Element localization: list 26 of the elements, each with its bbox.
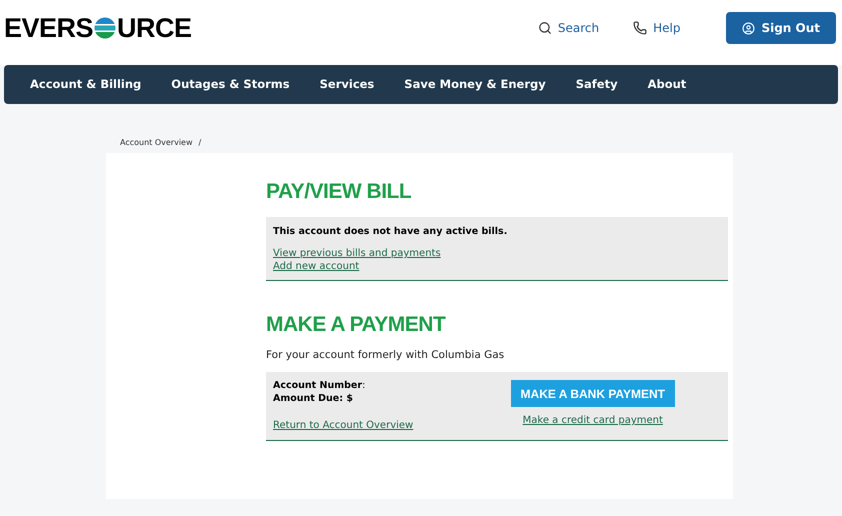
nav-item[interactable]: Services xyxy=(320,76,374,94)
bill-link[interactable]: Add new account xyxy=(273,260,360,274)
credit-card-link[interactable]: Make a credit card payment xyxy=(522,413,663,428)
search-icon xyxy=(538,21,552,35)
return-link[interactable]: Return to Account Overview xyxy=(273,418,414,433)
amount-due-label: Amount Due: $ xyxy=(273,392,353,405)
nav-item[interactable]: Account & Billing xyxy=(30,76,142,94)
logo-icon xyxy=(94,17,116,39)
account-subtitle: For your account formerly with Columbia Gas xyxy=(266,348,506,364)
nav-item[interactable]: Outages & Storms xyxy=(171,76,290,94)
account-number-label: Account Number: xyxy=(273,379,366,392)
sign-out-button[interactable]: Sign Out xyxy=(726,12,836,44)
nav-item[interactable]: Save Money & Energy xyxy=(404,76,546,94)
no-bills-message: This account does not have any active bills. xyxy=(273,225,508,239)
logo[interactable]: EVERS URCE xyxy=(4,14,192,42)
search-link[interactable]: Search xyxy=(538,19,600,37)
nav-item[interactable]: Safety xyxy=(576,76,618,94)
user-icon xyxy=(742,22,756,34)
help-link[interactable]: Help xyxy=(633,19,680,37)
breadcrumb-link[interactable]: Account Overview xyxy=(120,137,193,149)
bill-link[interactable]: View previous bills and payments xyxy=(273,247,441,260)
section-title: PAY/VIEW BILL xyxy=(266,181,412,202)
section-title: MAKE A PAYMENT xyxy=(266,314,447,336)
nav-item[interactable]: About xyxy=(648,76,686,94)
phone-icon xyxy=(633,21,648,35)
breadcrumb-separator: / xyxy=(198,137,202,149)
